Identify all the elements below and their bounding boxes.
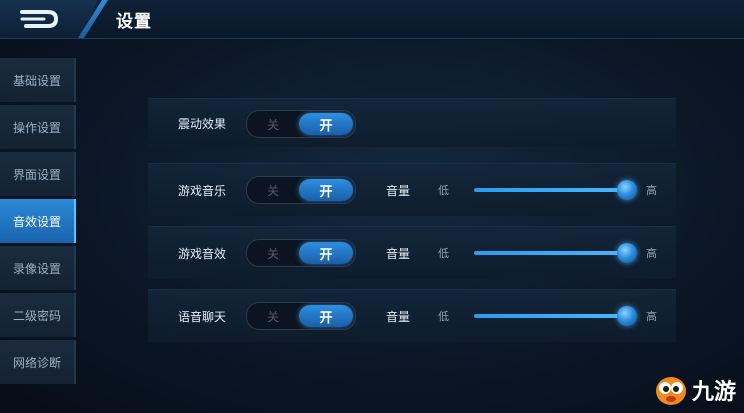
voice-chat-volume-slider[interactable]	[474, 306, 637, 326]
volume-high-label: 高	[646, 247, 657, 260]
sound-settings-panel: 震动效果 关 开 游戏音乐 关 开 音量 低 高 游戏音效 关 开 音量 低 高	[148, 98, 676, 352]
game-music-row: 游戏音乐 关 开 音量 低 高	[148, 163, 676, 216]
game-sfx-toggle[interactable]: 关 开	[246, 239, 356, 267]
slider-thumb[interactable]	[616, 306, 637, 326]
sidebar-item-interface[interactable]: 界面设置	[0, 152, 76, 196]
game-music-volume-slider[interactable]	[474, 180, 637, 200]
toggle-on-label: 开	[299, 305, 353, 327]
volume-low-label: 低	[438, 310, 449, 323]
sidebar-item-controls[interactable]: 操作设置	[0, 105, 76, 149]
vibration-row: 震动效果 关 开	[148, 98, 676, 147]
volume-low-label: 低	[438, 184, 449, 197]
voice-chat-row: 语音聊天 关 开 音量 低 高	[148, 289, 676, 342]
volume-label: 音量	[386, 309, 411, 324]
game-music-label: 游戏音乐	[178, 183, 227, 198]
toggle-off-label: 关	[266, 309, 279, 324]
volume-high-label: 高	[646, 184, 657, 197]
sidebar-item-secondary-password[interactable]: 二级密码	[0, 293, 76, 337]
sidebar-item-recording[interactable]: 录像设置	[0, 246, 76, 290]
sidebar-item-network-diagnosis[interactable]: 网络诊断	[0, 340, 76, 384]
game-sfx-label: 游戏音效	[178, 246, 227, 261]
back-arrow-icon	[20, 10, 59, 28]
vibration-toggle[interactable]: 关 开	[246, 110, 356, 138]
voice-chat-toggle[interactable]: 关 开	[246, 302, 356, 330]
toggle-off-label: 关	[266, 117, 279, 132]
toggle-off-label: 关	[266, 183, 279, 198]
game-sfx-volume-slider[interactable]	[474, 243, 637, 263]
sidebar-item-basic[interactable]: 基础设置	[0, 58, 76, 102]
slider-fill	[474, 188, 627, 192]
watermark-text: 九游	[691, 380, 736, 405]
mascot-logo-icon	[655, 377, 686, 405]
volume-high-label: 高	[646, 310, 657, 323]
header-bar: 设置	[0, 0, 744, 39]
voice-chat-label: 语音聊天	[178, 309, 227, 324]
slider-thumb[interactable]	[616, 180, 637, 200]
sidebar-item-sound[interactable]: 音效设置	[0, 199, 76, 243]
page-title: 设置	[116, 12, 152, 32]
vibration-label: 震动效果	[178, 116, 227, 131]
watermark-logo: 九游	[654, 373, 736, 407]
volume-low-label: 低	[438, 247, 449, 260]
slider-fill	[474, 314, 627, 318]
game-music-toggle[interactable]: 关 开	[246, 176, 356, 204]
toggle-off-label: 关	[266, 246, 279, 261]
toggle-on-label: 开	[299, 113, 353, 135]
game-sfx-row: 游戏音效 关 开 音量 低 高	[148, 226, 676, 279]
toggle-on-label: 开	[299, 242, 353, 264]
toggle-on-label: 开	[299, 179, 353, 201]
volume-label: 音量	[386, 246, 411, 261]
slider-thumb[interactable]	[616, 243, 637, 263]
volume-label: 音量	[386, 183, 411, 198]
slider-fill	[474, 251, 627, 255]
sidebar: 基础设置 操作设置 界面设置 音效设置 录像设置 二级密码 网络诊断	[0, 58, 76, 387]
